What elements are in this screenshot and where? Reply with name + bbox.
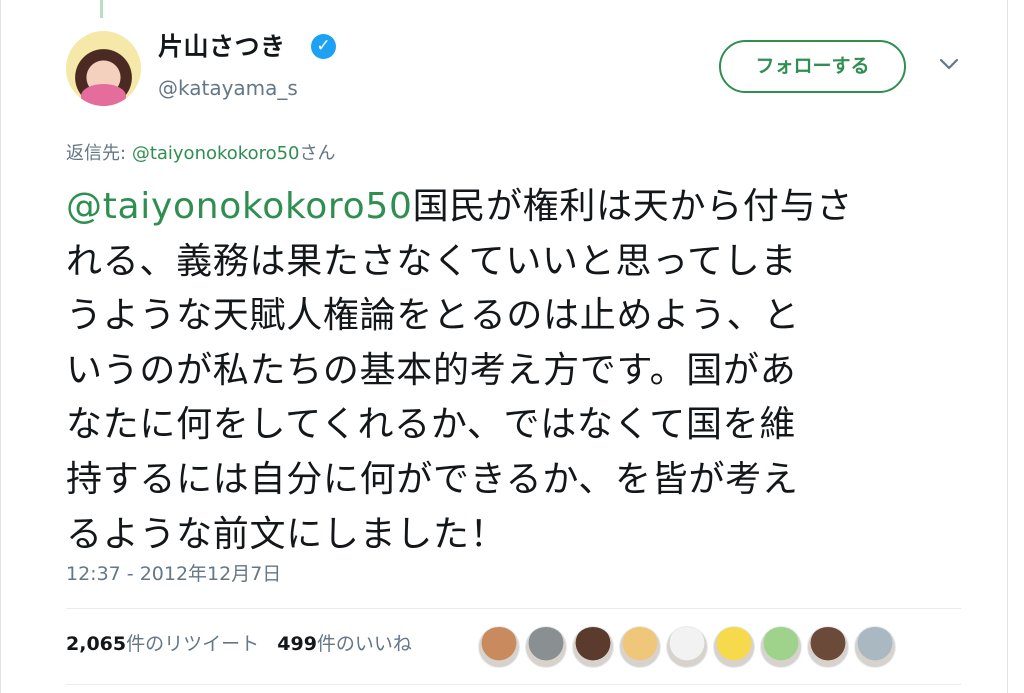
author-username[interactable]: @katayama_s <box>158 74 298 102</box>
avatar-collar <box>81 84 126 106</box>
liker-avatar-2[interactable] <box>525 626 567 668</box>
stats-divider-bottom <box>66 684 961 685</box>
tweet-line-3: うような天賦人権論をとるのは止めよう、と <box>66 295 801 337</box>
retweets-label: 件のリツイート <box>126 633 260 655</box>
reply-to-context: 返信先: @taiyonokokoro50さん <box>66 141 336 167</box>
tweet-text: @taiyonokokoro50国民が権利は天から付与さ れる、義務は果たさなく… <box>66 180 966 562</box>
likes-stat[interactable]: 499件のいいね <box>277 633 412 655</box>
chevron-down-icon[interactable] <box>938 56 960 72</box>
tweet-line-7: るような前文にしました！ <box>66 513 507 555</box>
retweets-count: 2,065 <box>66 633 127 655</box>
likes-count: 499 <box>277 633 317 655</box>
liker-avatar-3[interactable] <box>572 626 614 668</box>
reply-to-suffix: さん <box>299 143 336 164</box>
liker-avatar-6[interactable] <box>713 626 755 668</box>
author-display-name[interactable]: 片山さつき <box>158 30 286 64</box>
liker-avatar-5[interactable] <box>666 626 708 668</box>
tweet-line-1: @taiyonokokoro50国民が権利は天から付与さ <box>66 180 966 235</box>
reply-to-handle-link[interactable]: @taiyonokokoro50 <box>132 143 300 164</box>
tweet-line-1-text: 国民が権利は天から付与さ <box>412 186 853 227</box>
tweet-line-2: れる、義務は果たさなくていいと思ってしま <box>66 240 798 282</box>
tweet-line-4: いうのが私たちの基本的考え方です。国があ <box>66 349 797 391</box>
liker-avatar-1[interactable] <box>478 626 520 668</box>
liker-avatar-7[interactable] <box>760 626 802 668</box>
follow-button[interactable]: フォローする <box>719 40 906 93</box>
thread-connector-line <box>100 0 103 18</box>
tweet-line-5: なたに何をしてくれるか、ではなくて国を維 <box>66 404 797 446</box>
tweet-mention-link[interactable]: @taiyonokokoro50 <box>66 186 413 227</box>
liker-avatar-4[interactable] <box>619 626 661 668</box>
tweet-timestamp[interactable]: 12:37 - 2012年12月7日 <box>66 560 281 588</box>
reply-to-label: 返信先: <box>66 143 127 164</box>
author-avatar[interactable] <box>66 31 141 106</box>
frame-left-border <box>0 0 1 693</box>
likes-label: 件のいいね <box>316 633 412 655</box>
frame-right-border <box>1007 0 1008 693</box>
verified-badge-icon: ✓ <box>311 34 336 59</box>
tweet-line-6: 持するには自分に何ができるか、を皆が考え <box>66 458 799 500</box>
liker-avatar-9[interactable] <box>854 626 896 668</box>
liker-avatar-8[interactable] <box>807 626 849 668</box>
tweet-stats: 2,065件のリツイート 499件のいいね <box>66 630 412 658</box>
stats-divider-top <box>66 608 961 609</box>
retweets-stat[interactable]: 2,065件のリツイート <box>66 633 259 655</box>
